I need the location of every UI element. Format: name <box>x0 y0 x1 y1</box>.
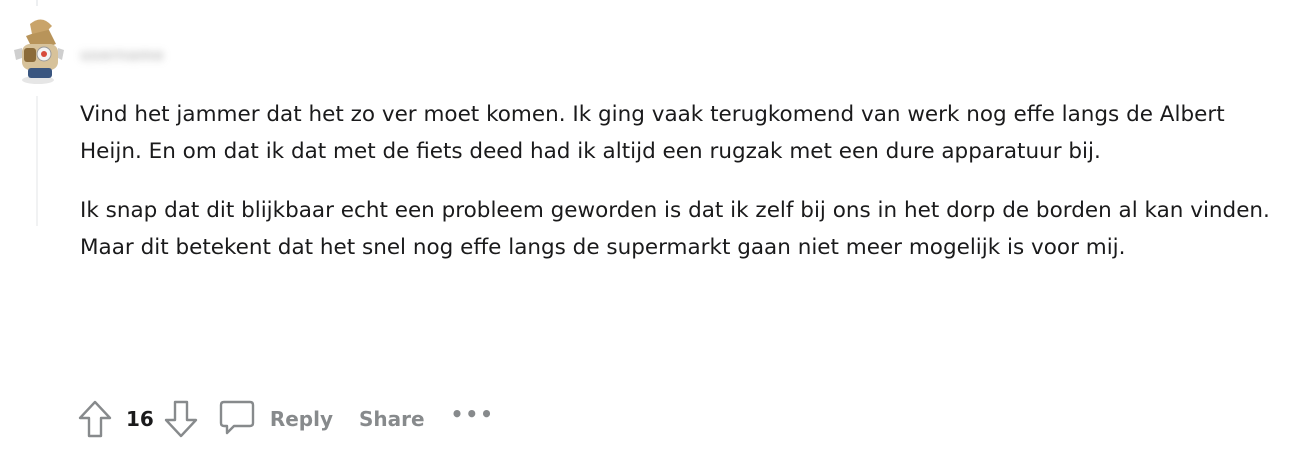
share-button[interactable]: Share <box>359 407 425 431</box>
comment-paragraph: Vind het jammer dat het zo ver moet kome… <box>80 102 1225 164</box>
thread-line[interactable] <box>36 96 38 226</box>
more-options-button[interactable]: ••• <box>451 402 495 426</box>
comment-body: Vind het jammer dat het zo ver moet kome… <box>80 96 1275 288</box>
username[interactable]: username <box>80 46 164 64</box>
comment-actions: 16 Reply Share ••• <box>76 398 495 440</box>
upvote-arrow-icon[interactable] <box>76 399 114 439</box>
reply-label: Reply <box>269 407 334 431</box>
thread-line-top[interactable] <box>36 0 38 6</box>
reply-button[interactable]: Reply <box>218 398 333 440</box>
comment-paragraph: Ik snap dat dit blijkbaar echt een probl… <box>80 198 1270 260</box>
speech-bubble-icon <box>218 398 256 440</box>
avatar[interactable] <box>8 14 66 86</box>
comment-container: username Vind het jammer dat het zo ver … <box>0 0 1290 456</box>
downvote-arrow-icon[interactable] <box>162 399 200 439</box>
vote-score: 16 <box>126 407 154 431</box>
